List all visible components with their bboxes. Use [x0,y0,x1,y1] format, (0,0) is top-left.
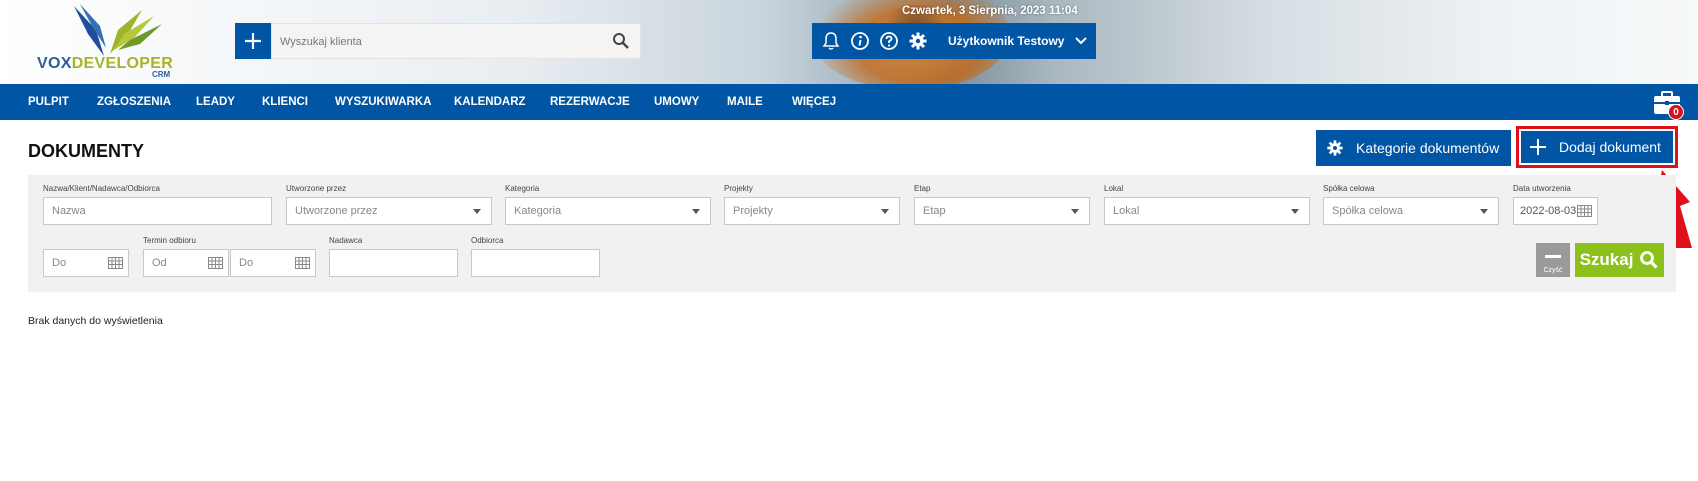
nav-item-rezerwacje[interactable]: REZERWACJE [550,84,630,120]
nav-item-umowy[interactable]: UMOWY [654,84,699,120]
pickup-to-input[interactable]: Do [230,249,316,277]
recipient-input[interactable] [471,249,600,277]
gear-icon [1327,140,1343,156]
caret-down-icon [473,209,481,214]
client-search-input[interactable] [280,32,600,52]
created-by-select[interactable]: Utworzone przez [286,197,492,225]
briefcase-count-badge: 0 [1668,104,1684,120]
created-date-input[interactable]: 2022-08-03 [1513,197,1598,225]
filter-label-pickup: Termin odbioru [143,236,196,245]
filter-label-created-by: Utworzone przez [286,184,347,193]
clear-filters-button[interactable]: Czyść [1536,243,1570,277]
header: VOXDEVELOPER CRM Czwartek, 3 Sierpnia, 2… [0,0,1698,84]
search-button[interactable]: Szukaj [1575,243,1664,277]
help-icon [880,32,898,50]
chevron-down-icon[interactable] [1074,36,1088,46]
search-icon [1640,251,1659,269]
nav-item-wyszukiwarka[interactable]: WYSZUKIWARKA [335,84,431,120]
add-document-label: Dodaj dokument [1559,139,1661,155]
pickup-to-placeholder: Do [239,257,254,269]
caret-down-icon [1291,209,1299,214]
bell-icon [822,32,840,50]
filter-label-created-date: Data utworzenia [1513,184,1571,193]
clear-filters-label: Czyść [1543,267,1563,274]
calendar-icon[interactable] [108,257,123,269]
minus-icon [1545,255,1561,258]
filter-panel: Nazwa/Klient/Nadawca/Odbiorca Utworzone … [28,175,1676,292]
plus-icon [1530,139,1546,155]
nav-item-maile[interactable]: MAILE [727,84,763,120]
settings-button[interactable] [907,30,929,52]
filter-label-spv: Spółka celowa [1323,184,1375,193]
document-categories-button[interactable]: Kategorie dokumentów [1316,130,1511,166]
spv-select[interactable]: Spółka celowa [1323,197,1499,225]
user-name[interactable]: Użytkownik Testowy [948,34,1064,48]
category-placeholder: Kategoria [514,205,562,217]
pickup-from-placeholder: Od [152,257,167,269]
nav-item-kalendarz[interactable]: KALENDARZ [454,84,526,120]
add-document-button[interactable]: Dodaj dokument [1521,131,1673,163]
empty-state-message: Brak danych do wyświetlenia [28,315,163,327]
caret-down-icon [692,209,700,214]
projects-placeholder: Projekty [733,205,773,217]
main-nav: PULPIT ZGŁOSZENIA LEADY KLIENCI WYSZUKIW… [0,84,1698,120]
unit-placeholder: Lokal [1113,205,1140,217]
unit-select[interactable]: Lokal [1104,197,1310,225]
nav-item-zgloszenia[interactable]: ZGŁOSZENIA [97,84,171,120]
sender-input[interactable] [329,249,458,277]
help-button[interactable] [878,30,900,52]
plus-icon [245,33,261,49]
page-title: DOKUMENTY [28,141,144,161]
filter-label-name: Nazwa/Klient/Nadawca/Odbiorca [43,184,160,193]
filter-label-sender: Nadawca [329,236,363,245]
name-filter-input[interactable] [43,197,272,225]
date-to-placeholder: Do [52,257,67,269]
nav-item-wiecej[interactable]: WIĘCEJ [792,84,836,120]
notifications-button[interactable] [820,30,842,52]
logo-subtext: CRM [152,70,171,79]
filter-label-projects: Projekty [724,184,753,193]
stage-select[interactable]: Etap [914,197,1090,225]
created-by-placeholder: Utworzone przez [295,205,378,217]
nav-item-pulpit[interactable]: PULPIT [28,84,69,120]
filter-label-unit: Lokal [1104,184,1124,193]
add-client-button[interactable] [235,23,271,59]
calendar-icon[interactable] [1577,205,1592,217]
logo-wings-icon [74,4,162,56]
info-icon [851,32,869,50]
current-datetime: Czwartek, 3 Sierpnia, 2023 11:04 [902,5,1078,17]
caret-down-icon [1480,209,1488,214]
calendar-icon[interactable] [295,257,310,269]
caret-down-icon [881,209,889,214]
search-icon[interactable] [612,32,630,50]
gear-icon [909,32,927,50]
search-button-label: Szukaj [1579,250,1634,269]
filter-label-category: Kategoria [505,184,540,193]
nav-item-leady[interactable]: LEADY [196,84,235,120]
calendar-icon[interactable] [208,257,223,269]
document-categories-label: Kategorie dokumentów [1356,140,1500,156]
filter-label-recipient: Odbiorca [471,236,504,245]
caret-down-icon [1071,209,1079,214]
user-bar: Użytkownik Testowy [812,23,1096,59]
pickup-from-input[interactable]: Od [143,249,229,277]
info-button[interactable] [849,30,871,52]
filter-label-stage: Etap [914,184,931,193]
page: VOXDEVELOPER CRM Czwartek, 3 Sierpnia, 2… [0,0,1698,481]
stage-placeholder: Etap [923,205,946,217]
nav-item-klienci[interactable]: KLIENCI [262,84,308,120]
created-date-value: 2022-08-03 [1520,205,1577,217]
category-select[interactable]: Kategoria [505,197,711,225]
date-to-input[interactable]: Do [43,249,129,277]
spv-placeholder: Spółka celowa [1332,205,1403,217]
client-search [271,23,641,59]
projects-select[interactable]: Projekty [724,197,900,225]
